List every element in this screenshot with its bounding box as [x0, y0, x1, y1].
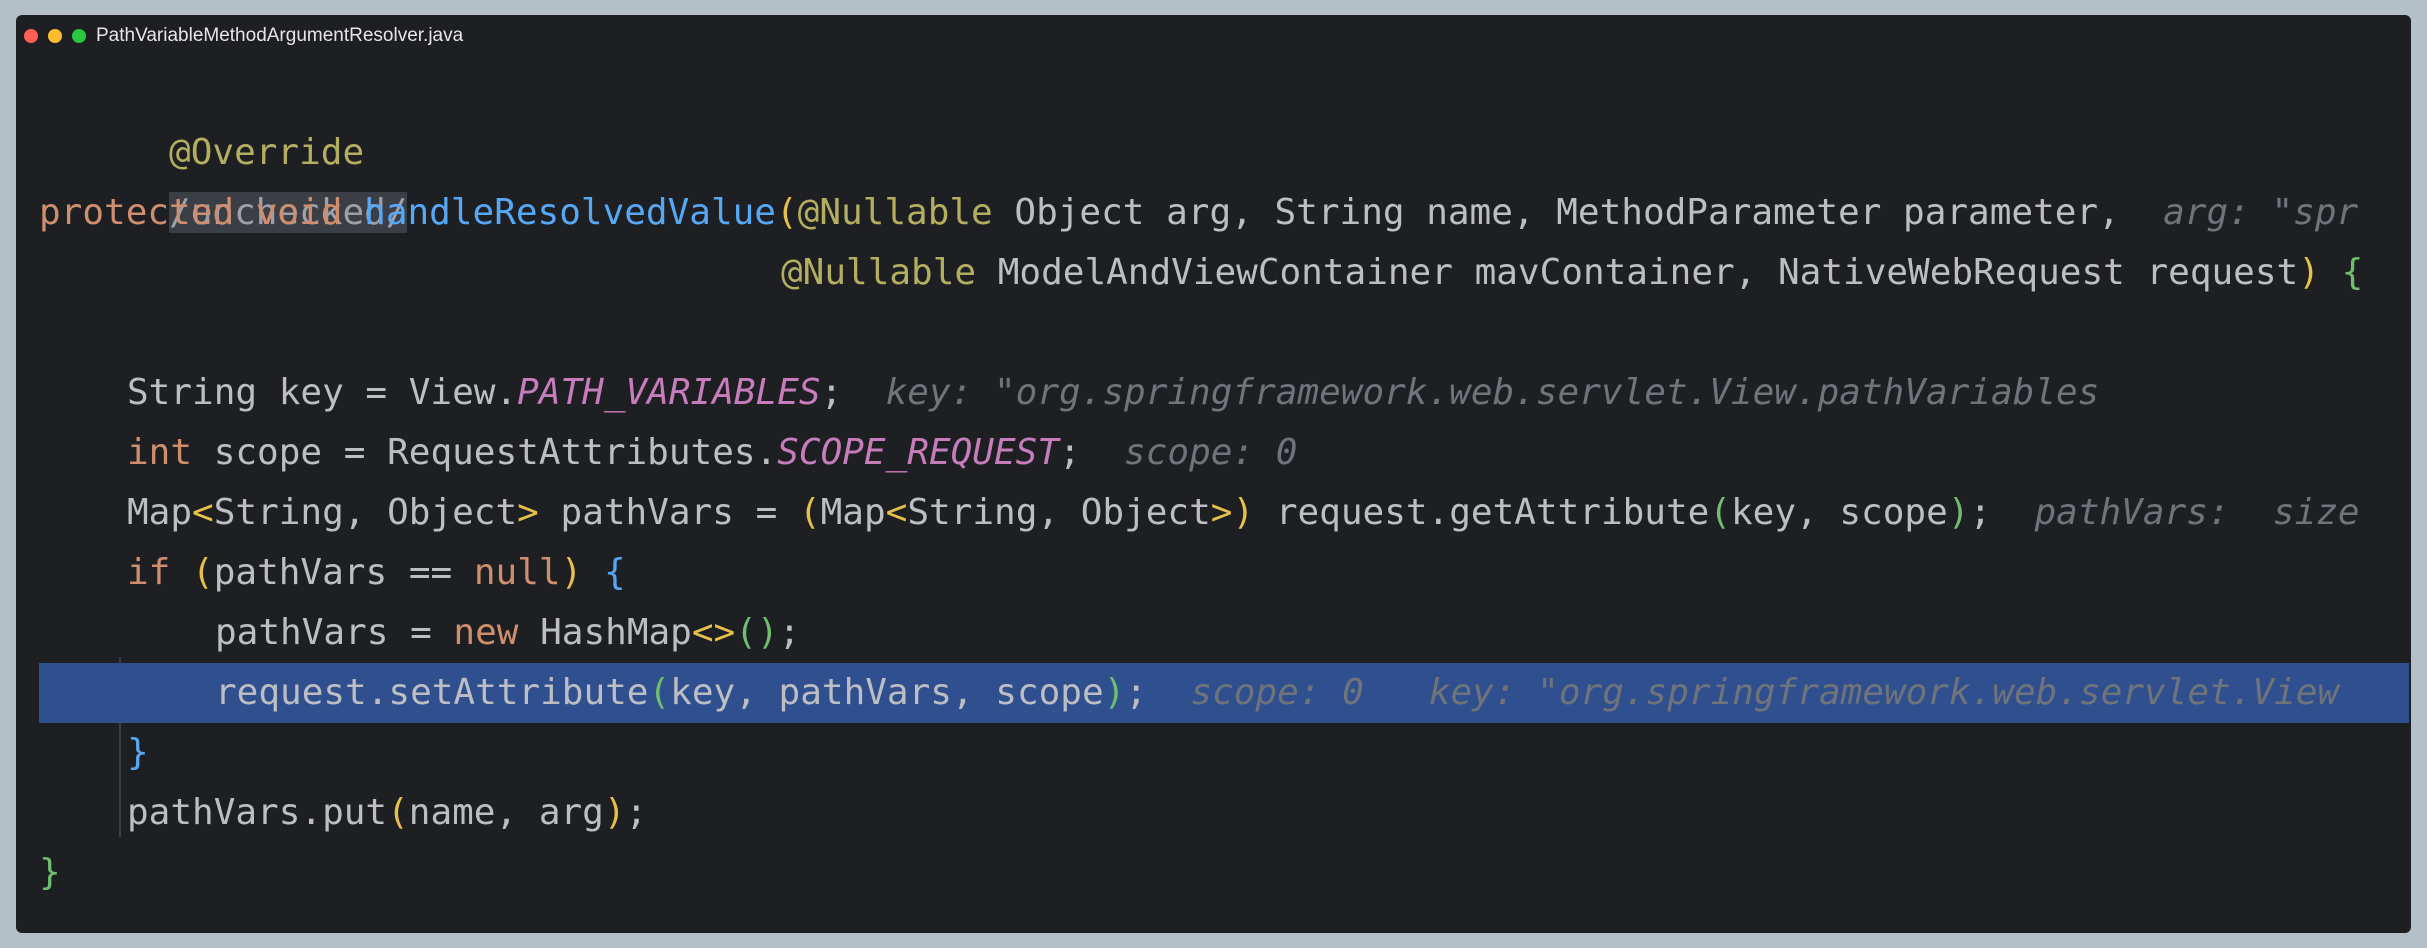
call-args: key, scope: [1731, 492, 1948, 533]
type-hashmap: HashMap: [518, 612, 692, 653]
constant-scope-request: SCOPE_REQUEST: [777, 432, 1059, 473]
close-paren: ): [2298, 252, 2320, 293]
code-line-9[interactable]: pathVars = new HashMap<>();: [39, 603, 2411, 663]
open-paren: (: [192, 552, 214, 593]
code-line-13[interactable]: }: [39, 843, 2411, 903]
close-paren: ): [560, 552, 583, 593]
keyword-null: null: [473, 552, 561, 593]
close-brace: }: [39, 852, 61, 893]
semicolon: ;: [1125, 672, 1148, 713]
minimize-window-button[interactable]: [48, 29, 62, 43]
type-map: Map: [127, 492, 193, 533]
call-close-paren: ): [603, 792, 626, 833]
keyword-protected: protected: [39, 192, 235, 233]
inline-debug-hint: scope: 0: [1124, 432, 1298, 473]
inline-debug-hint: key: "org.springframework.web.servlet.Vi…: [1428, 672, 2340, 713]
nullable-annotation: @Nullable: [797, 192, 993, 233]
inline-debug-hint: key: "org.springframework.web.servlet.Vi…: [885, 372, 2100, 413]
method-call: request.setAttribute: [215, 672, 649, 713]
semicolon: ;: [820, 372, 843, 413]
open-paren: (: [775, 192, 798, 233]
keyword-void: void: [255, 192, 343, 233]
semicolon: ;: [1969, 492, 1992, 533]
title-bar: PathVariableMethodArgumentResolver.java: [16, 15, 2411, 57]
code-line-5[interactable]: String key = View.PATH_VARIABLES; key: "…: [39, 363, 2411, 423]
diamond-operator: <>: [691, 612, 736, 653]
close-window-button[interactable]: [24, 29, 38, 43]
semicolon: ;: [625, 792, 648, 833]
code-line-2[interactable]: /unchecked/: [39, 123, 2411, 233]
call-close-paren: ): [1103, 672, 1126, 713]
semicolon: ;: [778, 612, 801, 653]
code-line-11[interactable]: }: [39, 723, 2411, 783]
parameters-text: ModelAndViewContainer mavContainer, Nati…: [976, 252, 2299, 293]
code-line-4[interactable]: @Nullable ModelAndViewContainer mavConta…: [39, 243, 2411, 303]
cast-close-paren: ): [1232, 492, 1255, 533]
call-open-paren: (: [387, 792, 409, 833]
call-args: key, pathVars, scope: [670, 672, 1104, 713]
open-brace: {: [603, 552, 626, 593]
inline-debug-hint: pathVars: size: [2034, 492, 2360, 533]
method-call: request.getAttribute: [1254, 492, 1710, 533]
statement-text: String key = View.: [127, 372, 518, 413]
file-name-title: PathVariableMethodArgumentResolver.java: [96, 25, 464, 46]
inline-debug-hint: arg: "spr: [2163, 192, 2359, 233]
code-line-1[interactable]: @Override: [39, 63, 2411, 173]
generic-close: >: [1210, 492, 1233, 533]
generic-args: String, Object: [213, 492, 518, 533]
method-call: pathVars.put: [127, 792, 388, 833]
generic-open: <: [885, 492, 908, 533]
assignment: pathVars =: [538, 492, 799, 533]
code-line-3[interactable]: protected void handleResolvedValue(@Null…: [39, 183, 2411, 243]
zoom-window-button[interactable]: [72, 29, 86, 43]
cast-open-paren: (: [798, 492, 821, 533]
type-map: Map: [820, 492, 886, 533]
call-args: name, arg: [408, 792, 604, 833]
semicolon: ;: [1059, 432, 1081, 473]
parameters-text: Object arg, String name, MethodParameter…: [992, 192, 2120, 233]
nullable-annotation: @Nullable: [781, 252, 977, 293]
keyword-if: if: [127, 552, 171, 593]
keyword-int: int: [127, 432, 193, 473]
keyword-new: new: [453, 612, 519, 653]
constant-path-variables: PATH_VARIABLES: [517, 372, 821, 413]
code-line-6[interactable]: int scope = RequestAttributes.SCOPE_REQU…: [39, 423, 2411, 483]
close-brace: }: [127, 732, 149, 773]
equals-operator: ==: [408, 552, 453, 593]
assignment: pathVars =: [215, 612, 454, 653]
call-open-paren: (: [648, 672, 671, 713]
open-brace: {: [2341, 252, 2364, 293]
code-line-12[interactable]: pathVars.put(name, arg);: [39, 783, 2411, 843]
statement-text: scope = RequestAttributes.: [192, 432, 778, 473]
call-open-paren: (: [1709, 492, 1731, 533]
inline-debug-hint: scope: 0: [1190, 672, 1364, 713]
generic-close: >: [517, 492, 539, 533]
constructor-parens: (): [735, 612, 779, 653]
editor-window: PathVariableMethodArgumentResolver.java …: [16, 15, 2411, 933]
generic-args: String, Object: [907, 492, 1211, 533]
method-name: handleResolvedValue: [364, 192, 776, 233]
call-close-paren: ): [1947, 492, 1970, 533]
code-line-8[interactable]: if (pathVars == null) {: [39, 543, 2411, 603]
code-line-10-current-execution[interactable]: request.setAttribute(key, pathVars, scop…: [39, 663, 2409, 723]
generic-open: <: [192, 492, 214, 533]
code-line-7[interactable]: Map<String, Object> pathVars = (Map<Stri…: [39, 483, 2411, 543]
condition-var: pathVars: [213, 552, 409, 593]
